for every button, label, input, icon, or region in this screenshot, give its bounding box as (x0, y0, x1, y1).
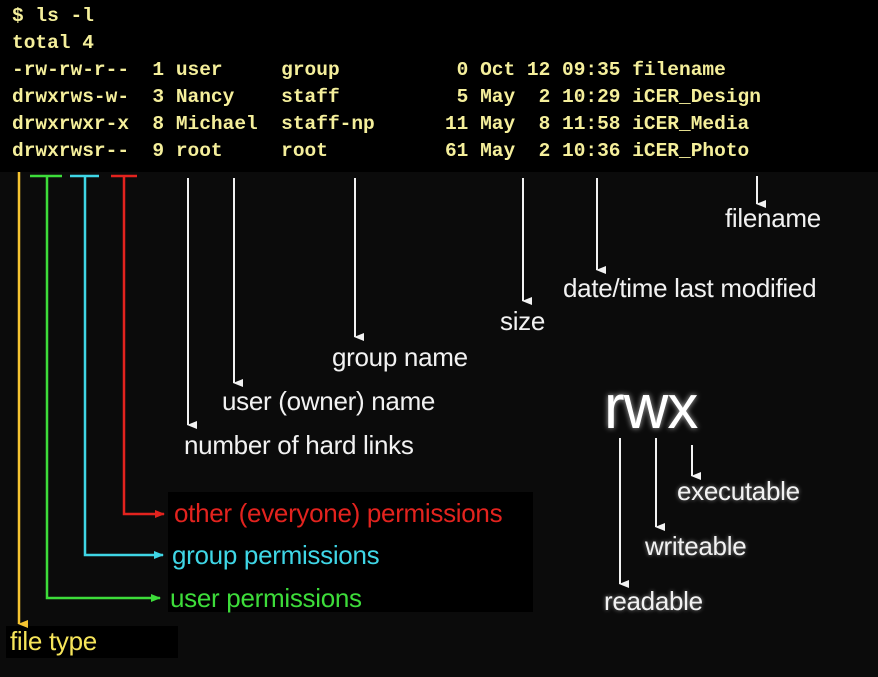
annotation-arrows (17, 172, 766, 628)
date-time-label: date/time last modified (563, 273, 817, 303)
other-permissions-label: other (everyone) permissions (174, 498, 503, 528)
user-permissions-label: user permissions (170, 583, 362, 613)
writeable-label: writeable (645, 531, 747, 561)
filename-label: filename (725, 203, 821, 233)
user-perms-arrow (45, 176, 161, 602)
executable-label: executable (677, 476, 800, 506)
ls-l-diagram: $ ls -l total 4 -rw-rw-r-- 1 user group … (0, 0, 878, 677)
group-permissions-label: group permissions (172, 540, 380, 570)
size-label: size (500, 306, 546, 336)
hard-links-label: number of hard links (184, 430, 414, 460)
file-type-label: file type (10, 626, 97, 656)
rwx-title: rwx (604, 373, 698, 442)
user-name-label: user (owner) name (222, 386, 436, 416)
group-name-label: group name (332, 342, 468, 372)
other-perms-arrow (122, 176, 165, 518)
readable-label: readable (604, 586, 703, 616)
